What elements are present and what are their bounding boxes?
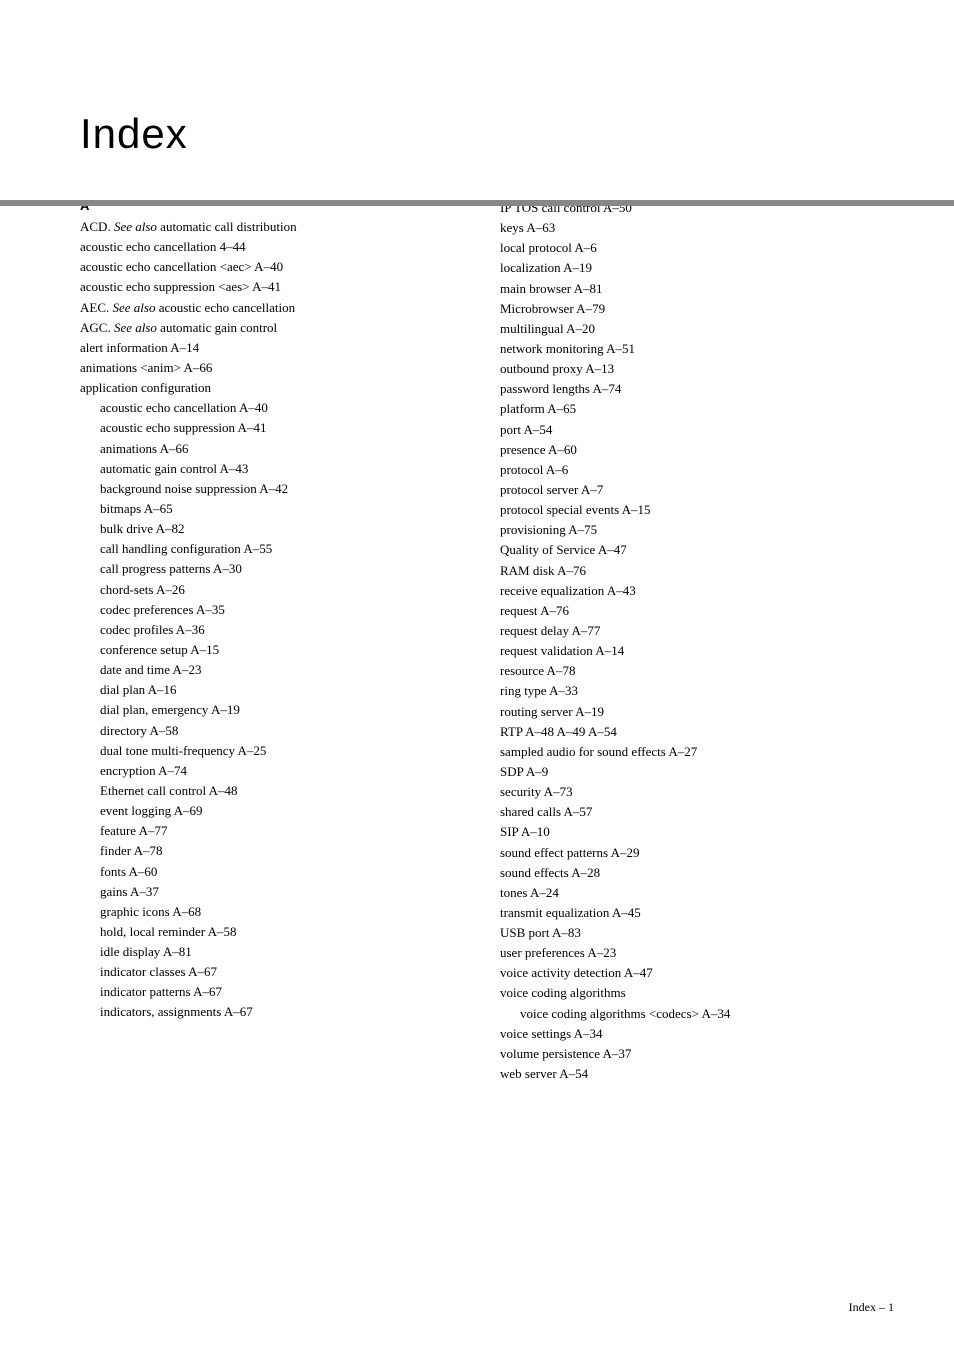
list-item: sound effect patterns A–29 — [500, 843, 894, 863]
list-item: bitmaps A–65 — [80, 499, 460, 519]
list-item: dual tone multi-frequency A–25 — [80, 741, 460, 761]
list-item: port A–54 — [500, 420, 894, 440]
list-item: acoustic echo suppression <aes> A–41 — [80, 277, 460, 297]
list-item: shared calls A–57 — [500, 802, 894, 822]
list-item: web server A–54 — [500, 1064, 894, 1084]
list-item: voice activity detection A–47 — [500, 963, 894, 983]
list-item: password lengths A–74 — [500, 379, 894, 399]
list-item: indicators, assignments A–67 — [80, 1002, 460, 1022]
list-item: volume persistence A–37 — [500, 1044, 894, 1064]
list-item: automatic gain control A–43 — [80, 459, 460, 479]
list-item: multilingual A–20 — [500, 319, 894, 339]
list-item: idle display A–81 — [80, 942, 460, 962]
left-entries: ACD. See also automatic call distributio… — [80, 217, 460, 1023]
list-item: gains A–37 — [80, 882, 460, 902]
list-item: dial plan A–16 — [80, 680, 460, 700]
list-item: security A–73 — [500, 782, 894, 802]
list-item: graphic icons A–68 — [80, 902, 460, 922]
list-item: AGC. See also automatic gain control — [80, 318, 460, 338]
list-item: chord-sets A–26 — [80, 580, 460, 600]
list-item: voice settings A–34 — [500, 1024, 894, 1044]
list-item: protocol A–6 — [500, 460, 894, 480]
list-item: conference setup A–15 — [80, 640, 460, 660]
list-item: sound effects A–28 — [500, 863, 894, 883]
top-bar — [0, 200, 954, 206]
list-item: indicator patterns A–67 — [80, 982, 460, 1002]
list-item: receive equalization A–43 — [500, 581, 894, 601]
list-item: bulk drive A–82 — [80, 519, 460, 539]
list-item: indicator classes A–67 — [80, 962, 460, 982]
list-item: fonts A–60 — [80, 862, 460, 882]
list-item: user preferences A–23 — [500, 943, 894, 963]
list-item: hold, local reminder A–58 — [80, 922, 460, 942]
list-item: protocol server A–7 — [500, 480, 894, 500]
list-item: alert information A–14 — [80, 338, 460, 358]
right-column: IP TOS call control A–50keys A–63local p… — [460, 198, 894, 1084]
list-item: USB port A–83 — [500, 923, 894, 943]
list-item: presence A–60 — [500, 440, 894, 460]
list-item: Ethernet call control A–48 — [80, 781, 460, 801]
list-item: provisioning A–75 — [500, 520, 894, 540]
page: Index A ACD. See also automatic call dis… — [0, 110, 954, 1345]
list-item: sampled audio for sound effects A–27 — [500, 742, 894, 762]
list-item: application configuration — [80, 378, 460, 398]
list-item: Microbrowser A–79 — [500, 299, 894, 319]
list-item: protocol special events A–15 — [500, 500, 894, 520]
list-item: request validation A–14 — [500, 641, 894, 661]
list-item: platform A–65 — [500, 399, 894, 419]
left-column: A ACD. See also automatic call distribut… — [80, 198, 460, 1084]
list-item: call handling configuration A–55 — [80, 539, 460, 559]
list-item: Quality of Service A–47 — [500, 540, 894, 560]
list-item: voice coding algorithms <codecs> A–34 — [500, 1004, 894, 1024]
list-item: resource A–78 — [500, 661, 894, 681]
list-item: routing server A–19 — [500, 702, 894, 722]
list-item: codec profiles A–36 — [80, 620, 460, 640]
list-item: RAM disk A–76 — [500, 561, 894, 581]
list-item: acoustic echo cancellation 4–44 — [80, 237, 460, 257]
list-item: local protocol A–6 — [500, 238, 894, 258]
list-item: animations <anim> A–66 — [80, 358, 460, 378]
list-item: request delay A–77 — [500, 621, 894, 641]
list-item: encryption A–74 — [80, 761, 460, 781]
list-item: directory A–58 — [80, 721, 460, 741]
list-item: keys A–63 — [500, 218, 894, 238]
list-item: outbound proxy A–13 — [500, 359, 894, 379]
list-item: RTP A–48 A–49 A–54 — [500, 722, 894, 742]
list-item: acoustic echo cancellation A–40 — [80, 398, 460, 418]
list-item: voice coding algorithms — [500, 983, 894, 1003]
list-item: transmit equalization A–45 — [500, 903, 894, 923]
list-item: AEC. See also acoustic echo cancellation — [80, 298, 460, 318]
list-item: background noise suppression A–42 — [80, 479, 460, 499]
list-item: date and time A–23 — [80, 660, 460, 680]
list-item: SIP A–10 — [500, 822, 894, 842]
page-title: Index — [80, 110, 954, 158]
list-item: ring type A–33 — [500, 681, 894, 701]
list-item: main browser A–81 — [500, 279, 894, 299]
list-item: request A–76 — [500, 601, 894, 621]
page-footer: Index – 1 — [849, 1300, 894, 1315]
list-item: call progress patterns A–30 — [80, 559, 460, 579]
list-item: acoustic echo suppression A–41 — [80, 418, 460, 438]
list-item: tones A–24 — [500, 883, 894, 903]
list-item: localization A–19 — [500, 258, 894, 278]
list-item: finder A–78 — [80, 841, 460, 861]
right-entries: IP TOS call control A–50keys A–63local p… — [500, 198, 894, 1084]
list-item: animations A–66 — [80, 439, 460, 459]
list-item: event logging A–69 — [80, 801, 460, 821]
list-item: feature A–77 — [80, 821, 460, 841]
list-item: codec preferences A–35 — [80, 600, 460, 620]
content-area: A ACD. See also automatic call distribut… — [80, 198, 894, 1084]
list-item: network monitoring A–51 — [500, 339, 894, 359]
list-item: SDP A–9 — [500, 762, 894, 782]
list-item: ACD. See also automatic call distributio… — [80, 217, 460, 237]
list-item: acoustic echo cancellation <aec> A–40 — [80, 257, 460, 277]
list-item: dial plan, emergency A–19 — [80, 700, 460, 720]
